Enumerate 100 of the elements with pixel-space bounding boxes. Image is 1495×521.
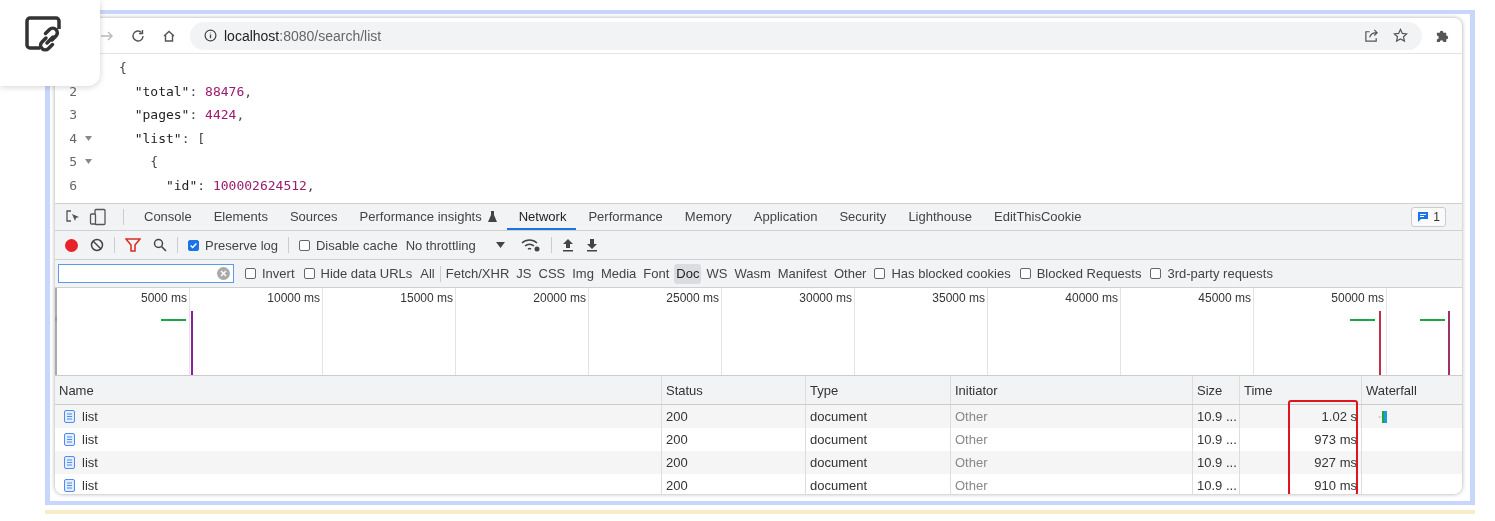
type-filter-button[interactable]: Doc — [674, 263, 702, 284]
download-icon[interactable] — [585, 238, 598, 252]
url-text: localhost:8080/search/list — [224, 27, 382, 44]
code-line: "total": 88476, — [133, 83, 253, 99]
devtools-tab[interactable]: EditThisCookie — [982, 204, 1092, 230]
column-header[interactable]: Initiator — [951, 376, 1193, 404]
table-cell: 200 — [662, 451, 806, 474]
table-cell: 10.9 ... — [1193, 405, 1240, 428]
timeline-tick-label: 25000 ms — [666, 291, 719, 305]
request-name[interactable]: list — [82, 432, 98, 447]
table-cell: 10.9 ... — [1193, 451, 1240, 474]
devtools-tab[interactable]: Sources — [277, 204, 348, 230]
type-filter-button[interactable]: JS — [514, 263, 534, 284]
filter-checkbox[interactable]: Has blocked cookies — [874, 266, 1011, 281]
timeline-tick-label: 10000 ms — [267, 291, 320, 305]
timeline-tick-label: 40000 ms — [1065, 291, 1118, 305]
filter-icon[interactable] — [125, 238, 141, 252]
type-filter-button[interactable]: Other — [831, 263, 869, 284]
wifi-settings-icon[interactable] — [520, 238, 541, 252]
request-name[interactable]: list — [82, 478, 98, 493]
type-filter-button[interactable]: Manifest — [775, 263, 829, 284]
column-header[interactable]: Status — [662, 376, 806, 404]
devtools-tab[interactable]: Elements — [201, 204, 278, 230]
table-cell: Other — [951, 451, 1193, 474]
column-header[interactable]: Time — [1240, 376, 1362, 404]
type-filter-button[interactable]: All — [418, 263, 437, 284]
request-name[interactable]: list — [82, 455, 98, 470]
table-cell: 10.9 ... — [1193, 474, 1240, 494]
disable-cache-checkbox[interactable]: Disable cache — [299, 237, 398, 253]
type-filter-button[interactable]: Wasm — [732, 263, 773, 284]
code-line: { — [149, 154, 159, 170]
devtools-tab[interactable]: Memory — [672, 204, 742, 230]
line-number: 2 — [68, 83, 77, 99]
inspect-icon[interactable] — [65, 209, 81, 225]
type-filter-button[interactable]: WS — [704, 263, 730, 284]
info-icon[interactable] — [204, 29, 217, 42]
line-number: 3 — [68, 107, 77, 123]
document-icon — [64, 410, 75, 423]
timeline-tick-label: 35000 ms — [932, 291, 985, 305]
table-cell: document — [806, 405, 951, 428]
upload-icon[interactable] — [561, 238, 574, 252]
line-number: 5 — [68, 154, 77, 170]
filter-field[interactable] — [58, 264, 234, 283]
table-cell: 1.02 s — [1240, 405, 1362, 428]
devtools-tab[interactable]: Performance insights — [347, 204, 507, 230]
star-icon[interactable] — [1393, 28, 1408, 43]
invert-checkbox[interactable]: Invert — [245, 266, 295, 281]
request-name[interactable]: list — [82, 409, 98, 424]
devtools-tab[interactable]: Lighthouse — [896, 204, 982, 230]
type-filter-button[interactable]: CSS — [536, 263, 568, 284]
clear-input-icon[interactable] — [217, 267, 230, 280]
code-line: "pages": 4424, — [133, 107, 245, 123]
column-header[interactable]: Name — [55, 376, 662, 404]
fold-arrow-icon[interactable] — [84, 159, 92, 165]
issues-button[interactable]: 1 — [1411, 207, 1446, 227]
type-filter-button[interactable]: Media — [598, 263, 639, 284]
table-cell: 910 ms — [1240, 474, 1362, 494]
home-icon[interactable] — [162, 28, 176, 43]
devtools-tab[interactable]: Application — [741, 204, 828, 230]
clear-icon[interactable] — [90, 238, 104, 252]
table-cell: Other — [951, 474, 1193, 494]
share-icon[interactable] — [1364, 28, 1379, 43]
type-filter-button[interactable]: Font — [641, 263, 672, 284]
line-number: 4 — [68, 130, 77, 146]
devtools-tab[interactable]: Performance — [576, 204, 673, 230]
column-header[interactable]: Type — [806, 376, 951, 404]
device-icon[interactable] — [89, 208, 107, 226]
devtools-tab[interactable]: Console — [132, 204, 202, 230]
filter-checkbox[interactable]: Blocked Requests — [1019, 266, 1142, 281]
code-line: "list": [ — [133, 130, 206, 146]
document-icon — [64, 433, 75, 446]
floating-card[interactable] — [0, 0, 100, 86]
throttling-dropdown[interactable]: No throttling — [405, 237, 509, 253]
address-bar[interactable]: localhost:8080/search/list — [190, 21, 1422, 50]
column-header[interactable]: Size — [1193, 376, 1240, 404]
table-cell: Other — [951, 405, 1193, 428]
type-filter-button[interactable]: Img — [570, 263, 596, 284]
puzzle-icon[interactable] — [1435, 28, 1450, 43]
code-line: "id": 100002624512, — [164, 177, 315, 193]
table-cell: 200 — [662, 474, 806, 494]
document-icon — [64, 479, 75, 492]
table-cell: document — [806, 451, 951, 474]
table-cell: 200 — [662, 405, 806, 428]
preserve-log-checkbox[interactable]: Preserve log — [188, 237, 278, 253]
dropdown-caret-icon — [495, 242, 505, 248]
type-filter-button[interactable]: Fetch/XHR — [443, 263, 512, 284]
filter-checkbox[interactable]: 3rd-party requests — [1150, 266, 1273, 281]
timeline-tick-label: 15000 ms — [400, 291, 453, 305]
hide-data-urls-checkbox[interactable]: Hide data URLs — [303, 266, 413, 281]
devtools-tab[interactable]: Security — [827, 204, 897, 230]
fold-arrow-icon[interactable] — [84, 135, 92, 141]
timeline-tick-label: 20000 ms — [533, 291, 586, 305]
record-button[interactable] — [65, 238, 78, 252]
message-icon — [1417, 211, 1430, 223]
timeline-tick-label: 50000 ms — [1331, 291, 1384, 305]
line-number: 6 — [68, 177, 77, 193]
reload-icon[interactable] — [131, 28, 145, 43]
table-cell: document — [806, 474, 951, 494]
column-header[interactable]: Waterfall — [1362, 376, 1462, 404]
search-icon[interactable] — [153, 238, 167, 252]
